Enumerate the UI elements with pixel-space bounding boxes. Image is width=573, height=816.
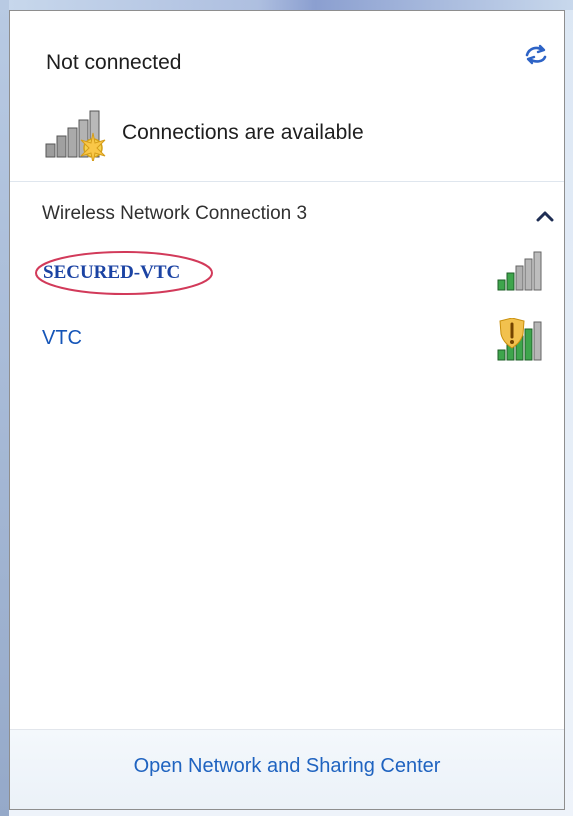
- network-panel: Not connected Connections are available …: [9, 10, 565, 810]
- network-row-vtc[interactable]: VTC: [32, 316, 552, 366]
- status-title: Not connected: [46, 51, 182, 74]
- wireless-group-title: Wireless Network Connection 3: [42, 203, 308, 224]
- connections-available-text: Connections are available: [122, 121, 364, 144]
- window-edge: [0, 0, 573, 10]
- network-status-icon: [45, 110, 106, 161]
- status-section: Not connected Connections are available: [10, 11, 564, 182]
- connections-available-row: Connections are available: [42, 105, 462, 165]
- left-frame-edge: [0, 0, 9, 816]
- signal-strength-icon: [497, 251, 542, 291]
- open-network-sharing-center-link[interactable]: Open Network and Sharing Center: [10, 755, 564, 778]
- network-row-secured-vtc[interactable]: SECURED-VTC: [32, 246, 552, 296]
- wireless-network-group: Wireless Network Connection 3 SECURED-VT…: [10, 182, 564, 742]
- network-name-secured-vtc: SECURED-VTC: [43, 262, 181, 283]
- footer-section: Open Network and Sharing Center: [10, 729, 564, 809]
- signal-strength-shield-icon: [497, 318, 542, 361]
- refresh-icon: [525, 44, 547, 65]
- wireless-group-header[interactable]: Wireless Network Connection 3: [42, 203, 554, 231]
- chevron-up-icon: [536, 211, 554, 222]
- network-popup: Not connected Connections are available …: [0, 0, 573, 816]
- network-name-vtc: VTC: [42, 327, 82, 349]
- refresh-button[interactable]: [522, 39, 550, 67]
